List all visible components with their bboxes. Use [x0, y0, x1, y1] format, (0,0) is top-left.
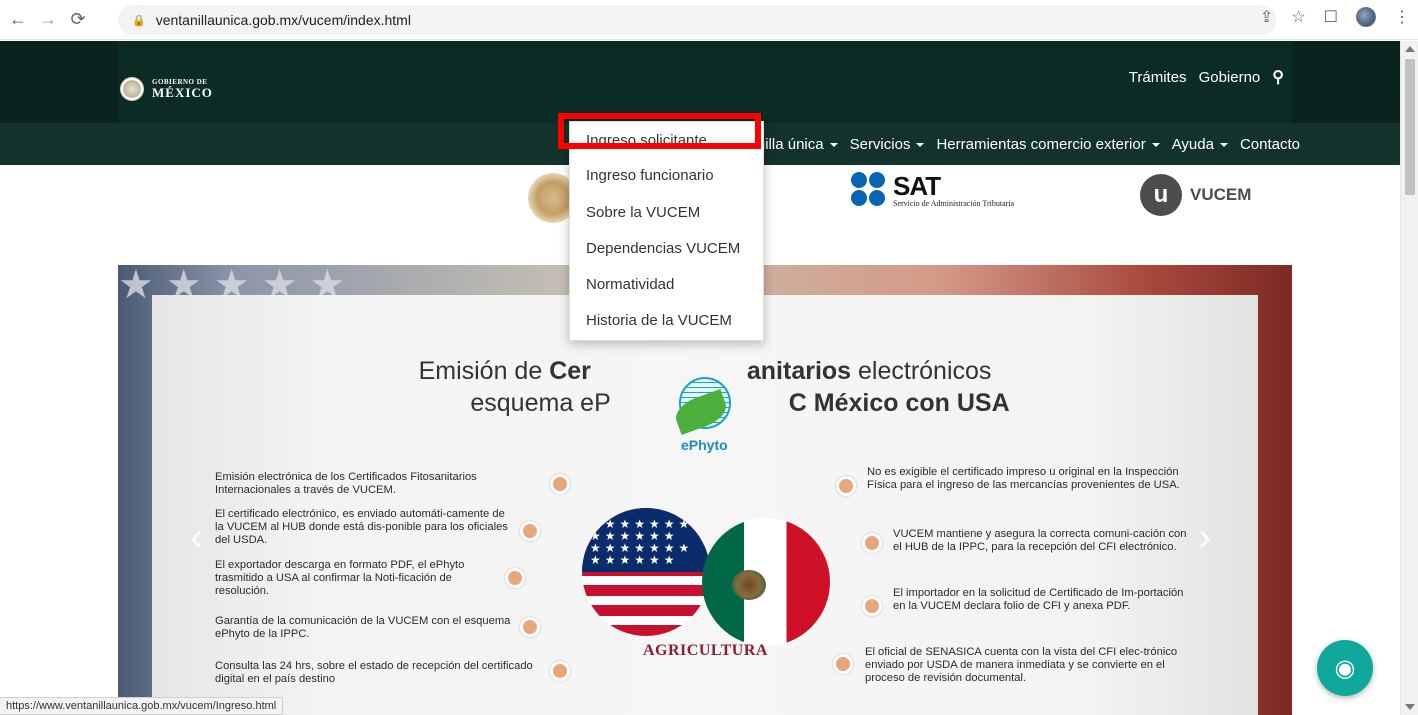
ephyto-logo: ePhyto: [671, 377, 743, 457]
usa-flag-icon: ★★★★★★★ ★★★★★★ ★★★★★★★ ★★★★★★: [582, 508, 710, 636]
browser-toolbar: ← → ⟳ 🔒 ventanillaunica.gob.mx/vucem/ind…: [0, 0, 1418, 40]
bullet-icon: [520, 617, 540, 637]
chevron-down-icon: [1151, 142, 1160, 147]
carousel-prev-icon[interactable]: ‹: [190, 515, 203, 560]
dropdown-item-normatividad[interactable]: Normatividad: [586, 276, 674, 293]
vucem-circle-icon: u: [1140, 174, 1182, 216]
chevron-down-icon: [916, 142, 925, 147]
bullet-icon: [550, 661, 570, 681]
bullet-icon: [550, 474, 570, 494]
right-item-1: No es exigible el certificado impreso u …: [867, 466, 1180, 491]
nav-item-ayuda[interactable]: Ayuda: [1172, 136, 1228, 153]
address-bar[interactable]: 🔒 ventanillaunica.gob.mx/vucem/index.htm…: [118, 5, 1276, 35]
bullet-icon: [505, 568, 525, 588]
bullet-icon: [862, 533, 882, 553]
left-item-4: Garantía de la comunicación de la VUCEM …: [215, 615, 511, 640]
chevron-down-icon: [829, 142, 838, 147]
nav-item-herramientas-comercio-exterior[interactable]: Herramientas comercio exterior: [936, 136, 1160, 153]
mexico-flag-icon: [702, 518, 830, 646]
link-gobierno[interactable]: Gobierno: [1199, 69, 1261, 86]
vucem-logo[interactable]: u VUCEM: [1140, 174, 1251, 216]
tab-search-icon[interactable]: ☐: [1324, 7, 1338, 27]
dropdown-item-historia-vucem[interactable]: Historia de la VUCEM: [586, 312, 732, 329]
status-bar-url: https://www.ventanillaunica.gob.mx/vucem…: [0, 697, 284, 715]
vucem-text: VUCEM: [1190, 185, 1252, 204]
scroll-up-icon[interactable]: [1405, 46, 1415, 52]
address-url[interactable]: ventanillaunica.gob.mx/vucem/index.html: [156, 12, 411, 28]
nav-item-contacto[interactable]: Contacto: [1240, 136, 1300, 153]
menu-kebab-icon[interactable]: ⋮: [1394, 7, 1410, 27]
gob-links: Trámites Gobierno ⚲: [1129, 67, 1284, 87]
dropdown-item-dependencias-vucem[interactable]: Dependencias VUCEM: [586, 240, 740, 257]
sat-logo[interactable]: SAT Servicio de Administración Tributari…: [851, 172, 1014, 208]
web-page: GOBIERNO DE MÉXICO Trámites Gobierno ⚲ I…: [0, 41, 1400, 715]
sat-subtitle: Servicio de Administración Tributaria: [893, 198, 1015, 208]
bullet-icon: [836, 476, 856, 496]
dropdown-item-ingreso-funcionario[interactable]: Ingreso funcionario: [586, 167, 714, 184]
scroll-thumb[interactable]: [1405, 59, 1415, 195]
seal-icon: [120, 77, 144, 101]
search-icon[interactable]: ⚲: [1272, 67, 1284, 87]
highlight-box: [558, 113, 761, 149]
gob-header-inner: [118, 41, 1292, 123]
nav-item-servicios[interactable]: Servicios: [850, 136, 925, 153]
sat-dots-icon: [851, 172, 887, 208]
right-item-3: El importador en la solicitud de Certifi…: [893, 587, 1184, 612]
chevron-down-icon: [1219, 142, 1228, 147]
back-icon[interactable]: ←: [6, 8, 30, 32]
left-item-2: El certificado electrónico, es enviado a…: [215, 508, 508, 546]
reload-icon[interactable]: ⟳: [66, 8, 90, 32]
lock-icon: 🔒: [132, 14, 146, 27]
bullet-icon: [520, 521, 540, 541]
link-tramites[interactable]: Trámites: [1129, 69, 1187, 86]
left-item-1: Emisión electrónica de los Certificados …: [215, 471, 477, 496]
browser-actions: ⇪ ☆ ☐ ⋮: [1260, 7, 1410, 27]
profile-avatar[interactable]: [1356, 7, 1376, 27]
bookmark-star-icon[interactable]: ☆: [1291, 7, 1305, 27]
gobierno-logo[interactable]: GOBIERNO DE MÉXICO: [120, 77, 213, 101]
share-icon[interactable]: ⇪: [1260, 7, 1273, 27]
eagle-icon: [732, 570, 766, 600]
fingerprint-icon: ◉: [1334, 654, 1356, 682]
logo-line2: MÉXICO: [152, 85, 213, 100]
ephyto-label: ePhyto: [681, 437, 728, 453]
bullet-icon: [833, 654, 853, 674]
agricultura-logo: AGRICULTURA: [643, 642, 768, 659]
bullet-icon: [862, 596, 882, 616]
page-scrollbar[interactable]: [1400, 41, 1418, 715]
carousel-next-icon[interactable]: ›: [1198, 515, 1211, 560]
ventanilla-dropdown-menu: Ingreso solicitante Ingreso funcionario …: [569, 121, 764, 341]
left-item-5: Consulta las 24 hrs, sobre el estado de …: [215, 660, 533, 685]
right-item-2: VUCEM mantiene y asegura la correcta com…: [893, 528, 1187, 553]
left-item-3: El exportador descarga en formato PDF, e…: [215, 559, 465, 597]
fingerprint-button[interactable]: ◉: [1317, 640, 1373, 696]
sat-text: SAT: [893, 170, 941, 201]
forward-icon[interactable]: →: [36, 8, 60, 32]
scroll-down-icon[interactable]: [1405, 704, 1415, 710]
dropdown-item-sobre-vucem[interactable]: Sobre la VUCEM: [586, 204, 700, 221]
gob-header: GOBIERNO DE MÉXICO Trámites Gobierno ⚲: [0, 41, 1400, 123]
right-item-4: El oficial de SENASICA cuenta con la vis…: [865, 646, 1178, 684]
